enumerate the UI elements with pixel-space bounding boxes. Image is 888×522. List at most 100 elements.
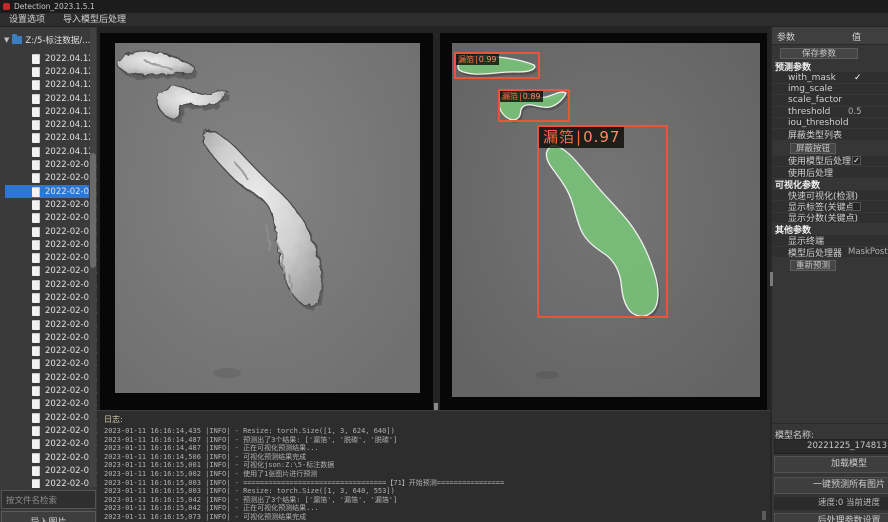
file-icon	[32, 94, 40, 104]
param-row[interactable]: 保存参数	[772, 46, 888, 61]
window-title: Detection_2023.1.5.1	[14, 2, 95, 11]
prediction-image[interactable]: 漏箔|0.99 漏箔|0.89 漏箔|0.97	[452, 43, 760, 397]
menu-item[interactable]: 设置选项	[0, 13, 54, 27]
param-row[interactable]: 屏蔽类型列表	[772, 129, 888, 140]
tree-item[interactable]: 2022-02-0...	[5, 212, 89, 225]
postprocess-settings-button[interactable]: 后处理参数设置	[774, 513, 888, 522]
param-checkbox[interactable]	[852, 202, 861, 211]
tree-item[interactable]: 2022-02-0...	[5, 331, 89, 344]
tree-item[interactable]: 2022-02-0...	[5, 278, 89, 291]
original-image[interactable]	[115, 43, 420, 393]
log-line: 2023-01-11 16:16:15,073 |INFO| - 可视化预测结果…	[104, 513, 770, 522]
tree-item[interactable]: 2022-02-0...	[5, 291, 89, 304]
viewer-prediction[interactable]: 漏箔|0.99 漏箔|0.89 漏箔|0.97	[440, 33, 767, 410]
predict-all-button[interactable]: 一键预测所有图片	[774, 477, 888, 494]
file-icon	[32, 120, 40, 130]
tree-item[interactable]: 2022-02-0...	[5, 265, 89, 278]
search-input[interactable]	[1, 490, 96, 509]
log-console[interactable]: 日志: 2023-01-11 16:16:14,435 |INFO| - Res…	[97, 410, 770, 522]
file-icon	[32, 266, 40, 276]
panel-splitter-handle[interactable]	[770, 272, 773, 286]
tree-item[interactable]: 2022.04.12...	[5, 145, 89, 158]
model-name-field[interactable]: 20221225_174813	[774, 439, 888, 454]
param-row[interactable]: img_scale	[772, 84, 888, 95]
file-icon	[32, 306, 40, 316]
tree-item[interactable]: 2022.04.12...	[5, 92, 89, 105]
tree-item[interactable]: 2022-02-0...	[5, 384, 89, 397]
log-line: 2023-01-11 16:16:14,487 |INFO| - 正在可视化预测…	[104, 444, 770, 453]
menu-item[interactable]: 导入模型后处理	[54, 13, 135, 27]
detection-box[interactable]: 漏箔|0.89	[498, 89, 570, 122]
tree-root-folder[interactable]: ▼ Z:/5-标注数据/...	[0, 33, 97, 47]
param-label: 屏蔽类型列表	[788, 128, 842, 141]
param-row[interactable]: 预测参数	[772, 61, 888, 72]
parameter-panel: 参数 值 保存参数 预测参数 wi	[770, 27, 888, 522]
app-window: Detection_2023.1.5.1 设置选项 导入模型后处理 ▼ Z:/5…	[0, 0, 888, 522]
file-icon	[32, 200, 40, 210]
tree-item[interactable]: 2022-02-0...	[5, 411, 89, 424]
tree-item[interactable]: 2022.04.12...	[5, 65, 89, 78]
param-value: 0.5	[848, 107, 862, 117]
import-images-button[interactable]: 导入图片	[1, 511, 96, 522]
tree-item[interactable]: 2022-02-0...	[5, 158, 89, 171]
tree-item[interactable]: 2022-02-0...	[5, 451, 89, 464]
tree-item[interactable]: 2022-02-0...	[5, 305, 89, 318]
tree-scrollbar[interactable]	[90, 28, 96, 487]
tree-item[interactable]: 2022-02-0...	[5, 198, 89, 211]
param-label: 重新预测	[790, 260, 836, 271]
center-area: 漏箔|0.99 漏箔|0.89 漏箔|0.97 日志:	[97, 27, 770, 522]
tree-item[interactable]: 2022.04.12...	[5, 132, 89, 145]
file-icon	[32, 359, 40, 369]
folder-icon	[12, 36, 22, 44]
file-icon	[32, 439, 40, 449]
tree-item[interactable]: 2022-02-0...	[5, 172, 89, 185]
viewer-original[interactable]	[100, 33, 433, 410]
tree-item[interactable]: 2022.04.12...	[5, 118, 89, 131]
tree-item[interactable]: 2022-02-0...	[5, 464, 89, 477]
detection-box[interactable]: 漏箔|0.99	[454, 52, 540, 79]
file-icon	[32, 320, 40, 330]
tree-item[interactable]: 2022-02-0...	[5, 238, 89, 251]
tree-item[interactable]: 2022-02-0...	[5, 424, 89, 437]
tree-item[interactable]: 2022-02-0...	[5, 371, 89, 384]
detection-class: 漏箔	[458, 55, 474, 64]
param-row[interactable]: scale_factor	[772, 95, 888, 106]
tree-scrollbar-thumb[interactable]	[90, 153, 96, 268]
param-label: 保存参数	[780, 48, 858, 59]
tree-item[interactable]: 2022-02-0...	[5, 438, 89, 451]
file-icon	[32, 253, 40, 263]
param-row[interactable]: with_mask ✓	[772, 72, 888, 83]
param-checkbox[interactable]	[852, 156, 861, 165]
tree-item[interactable]: 2022-02-0...	[5, 358, 89, 371]
param-table-header: 参数 值	[772, 27, 888, 45]
file-icon	[32, 399, 40, 409]
tree-item[interactable]: 2022.04.12...	[5, 52, 89, 65]
param-row[interactable]: 模型后处理器 MaskPostPro	[772, 247, 888, 258]
log-scrollbar-thumb[interactable]	[762, 511, 766, 520]
tree-item[interactable]: 2022-02-0...	[5, 225, 89, 238]
detection-label-chip: 漏箔|0.89	[500, 91, 543, 102]
tree-item[interactable]: 2022-02-0...	[5, 251, 89, 264]
param-row[interactable]: 重新预测	[772, 258, 888, 273]
tree-item[interactable]: 2022-02-0...	[5, 318, 89, 331]
tree-item[interactable]: 2022-02-0...	[5, 345, 89, 358]
detection-class: 漏箔	[543, 128, 575, 146]
file-icon	[32, 173, 40, 183]
defect-blobs-graphic	[115, 43, 420, 393]
param-label: with_mask	[788, 73, 836, 83]
param-row[interactable]: threshold 0.5	[772, 107, 888, 118]
tree-item[interactable]: 2022-02-0...	[5, 185, 89, 198]
load-model-button[interactable]: 加载模型	[774, 456, 888, 473]
file-tree: ▼ Z:/5-标注数据/... 2022.04.12... 2022.04.12…	[0, 27, 97, 488]
detection-box[interactable]: 漏箔|0.97	[537, 125, 668, 318]
tree-item[interactable]: 2022.04.12...	[5, 105, 89, 118]
tree-item[interactable]: 2022.04.12...	[5, 79, 89, 92]
expand-arrow-icon[interactable]: ▼	[4, 36, 9, 44]
file-icon	[32, 346, 40, 356]
value-column-header: 值	[852, 30, 861, 43]
tree-item[interactable]: 2022-02-0...	[5, 478, 89, 489]
file-icon	[32, 227, 40, 237]
log-line: 2023-01-11 16:16:14,487 |INFO| - 预测出了3个结…	[104, 436, 770, 445]
tree-item[interactable]: 2022-02-0...	[5, 398, 89, 411]
param-value: MaskPostPro	[848, 247, 888, 257]
